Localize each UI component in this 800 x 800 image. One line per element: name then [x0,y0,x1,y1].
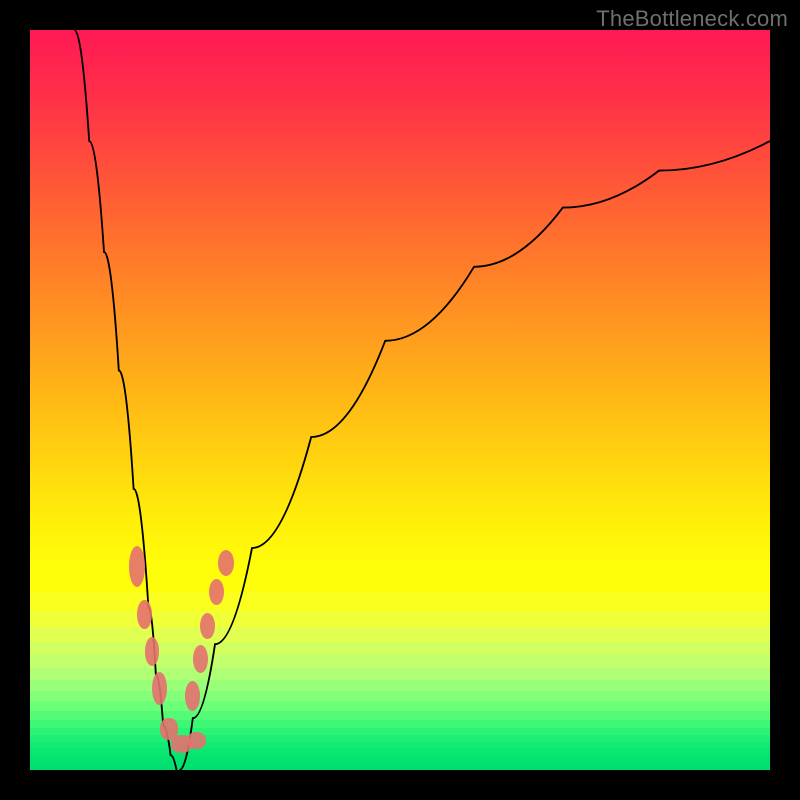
data-marker [209,579,224,605]
watermark-text: TheBottleneck.com [596,6,788,32]
data-marker [218,550,234,576]
data-marker [187,732,206,750]
curve-svg [30,30,770,770]
outer-frame: TheBottleneck.com [0,0,800,800]
data-marker [200,613,215,639]
curve-right-branch [179,141,770,770]
data-marker [185,681,200,711]
data-marker [193,645,208,673]
plot-area [30,30,770,770]
curve-left-branch [74,30,176,770]
data-marker [152,672,167,705]
